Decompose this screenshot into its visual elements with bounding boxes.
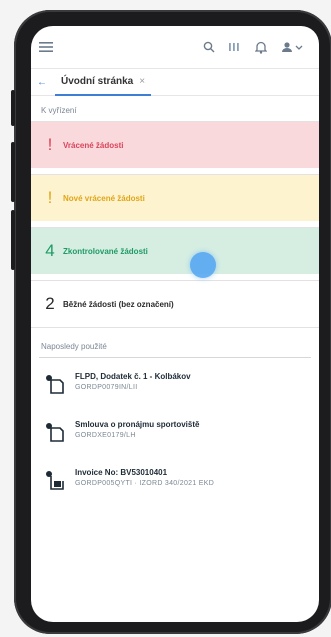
app-screen: ← Úvodní stránka × K vyřízení ! Vrácené … <box>31 26 319 622</box>
tab-home-label: Úvodní stránka <box>61 75 134 87</box>
document-title: FLPD, Dodatek č. 1 - Kolbákov <box>75 372 191 381</box>
document-icon <box>46 423 64 442</box>
card-checked[interactable]: 4 Zkontrolované žádosti <box>31 227 319 274</box>
document-icon <box>46 375 64 394</box>
card-count: 4 <box>45 241 55 260</box>
card-label: Vrácené žádosti <box>63 140 124 150</box>
tab-bar: ← Úvodní stránka × <box>31 69 319 96</box>
document-title: Smlouva o pronájmu sportoviště <box>75 420 200 429</box>
document-title: Invoice No: BV53010401 <box>75 468 168 477</box>
bell-icon[interactable] <box>255 41 281 54</box>
card-new-returned[interactable]: ! Nové vrácené žádosti <box>31 174 319 221</box>
touch-indicator <box>190 252 216 278</box>
section-label-pending: K vyřízení <box>41 106 77 115</box>
user-icon[interactable] <box>281 41 311 53</box>
search-icon[interactable] <box>203 41 229 53</box>
recent-document-item[interactable]: Invoice No: BV53010401 GORDP005QYTI · IZ… <box>31 448 319 496</box>
card-label: Běžné žádosti (bez označení) <box>63 299 174 309</box>
card-count: ! <box>47 135 53 154</box>
card-label: Zkontrolované žádosti <box>63 246 148 256</box>
card-label: Nové vrácené žádosti <box>63 193 145 203</box>
close-icon[interactable]: × <box>139 76 145 87</box>
card-regular[interactable]: 2 Běžné žádosti (bez označení) <box>31 280 319 328</box>
document-id: GORDXE0179/LH <box>75 432 136 439</box>
invoice-icon <box>46 471 64 490</box>
recent-document-item[interactable]: FLPD, Dodatek č. 1 - Kolbákov GORDP0079I… <box>31 358 319 400</box>
section-label-recent: Naposledy použité <box>39 328 311 358</box>
recent-document-item[interactable]: Smlouva o pronájmu sportoviště GORDXE017… <box>31 400 319 448</box>
card-returned[interactable]: ! Vrácené žádosti <box>31 121 319 168</box>
card-count: ! <box>47 188 53 207</box>
phone-side-button <box>11 142 15 202</box>
top-bar <box>31 26 319 69</box>
phone-side-button <box>11 210 15 270</box>
phone-side-button <box>11 90 15 126</box>
document-id: GORDP0079IN/LII <box>75 384 138 391</box>
grid-icon[interactable] <box>229 42 255 52</box>
card-count: 2 <box>45 294 55 313</box>
menu-icon[interactable] <box>39 41 65 53</box>
tab-home[interactable]: Úvodní stránka × <box>55 68 152 96</box>
document-id: GORDP005QYTI · IZORD 340/2021 EKD <box>75 480 215 487</box>
back-arrow-icon[interactable]: ← <box>37 77 47 88</box>
